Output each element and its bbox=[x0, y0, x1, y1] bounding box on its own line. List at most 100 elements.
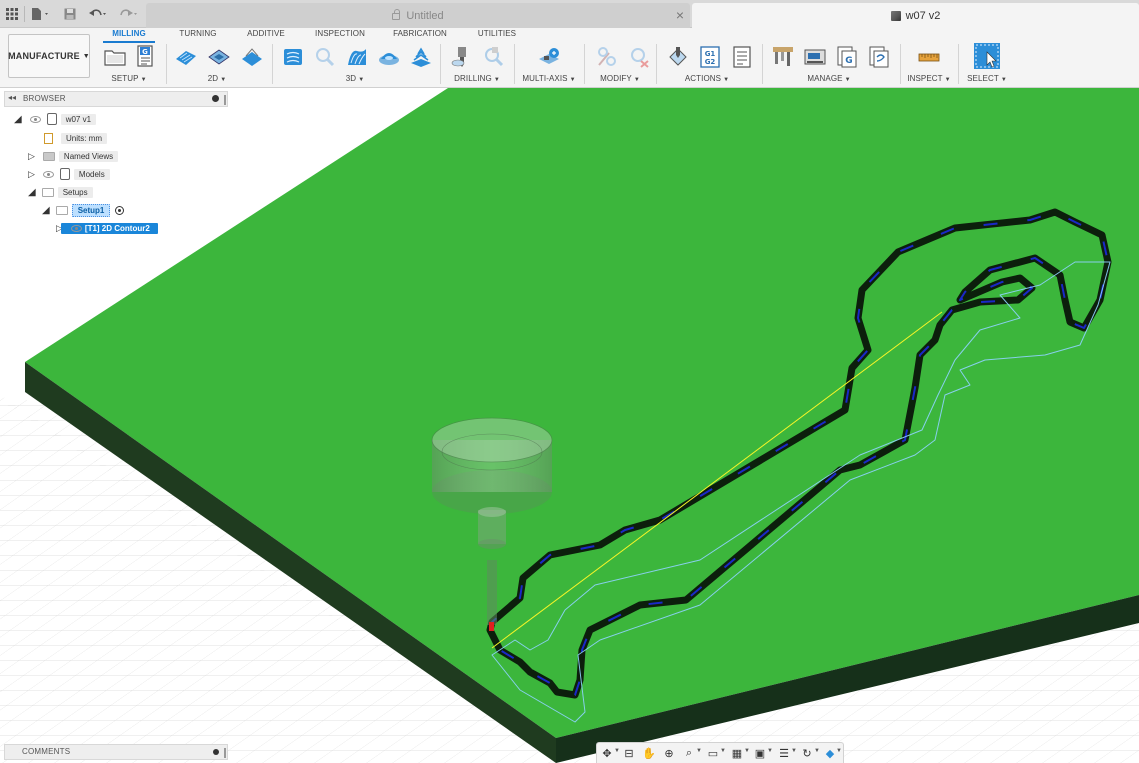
group-2d[interactable]: 2D ▼ bbox=[190, 74, 244, 83]
tab-fabrication[interactable]: FABRICATION bbox=[388, 29, 452, 43]
post-library-icon[interactable]: G bbox=[835, 45, 859, 69]
group-modify[interactable]: MODIFY ▼ bbox=[590, 74, 650, 83]
tab-w07[interactable]: w07 v2 bbox=[692, 3, 1139, 28]
group-actions[interactable]: ACTIONS ▼ bbox=[676, 74, 738, 83]
tree-node-setup1[interactable]: ◢ Setup1 bbox=[42, 203, 125, 217]
svg-text:G: G bbox=[845, 56, 852, 66]
zoom-icon[interactable]: ⌕ bbox=[682, 746, 696, 760]
flow-icon[interactable] bbox=[345, 45, 369, 69]
group-3d[interactable]: 3D ▼ bbox=[328, 74, 382, 83]
tree-node-units[interactable]: Units: mm bbox=[44, 131, 107, 145]
save-icon[interactable] bbox=[63, 6, 77, 22]
tree-node-operation[interactable]: ▷ [T1] 2D Contour2 bbox=[56, 221, 158, 235]
tree-node-named-views[interactable]: ▷ Named Views bbox=[28, 149, 119, 163]
tab-additive[interactable]: ADDITIVE bbox=[240, 29, 292, 43]
refresh-icon[interactable]: ↻ bbox=[800, 746, 814, 760]
multi-axis-icon[interactable] bbox=[537, 45, 561, 69]
3d-steep-shallow-icon[interactable] bbox=[313, 45, 337, 69]
panel-grip-icon[interactable] bbox=[224, 748, 226, 758]
add-comment-icon[interactable] bbox=[213, 749, 219, 755]
2d-pocket-icon[interactable] bbox=[207, 45, 231, 69]
machine-library-icon[interactable] bbox=[803, 45, 827, 69]
browser-panel-header[interactable]: ◂◂ BROWSER bbox=[4, 91, 228, 107]
expand-triangle-icon[interactable]: ◢ bbox=[14, 114, 22, 125]
expand-triangle-icon[interactable]: ▷ bbox=[28, 151, 35, 162]
3d-adaptive-icon[interactable] bbox=[281, 45, 305, 69]
visibility-eye-icon[interactable] bbox=[29, 115, 41, 123]
collapse-panel-icon[interactable]: ◂◂ bbox=[8, 93, 16, 102]
hole-recognition-icon[interactable] bbox=[482, 45, 506, 69]
chevron-down-icon[interactable]: ▼ bbox=[814, 748, 820, 754]
simulate-icon[interactable] bbox=[666, 45, 690, 69]
undo-icon[interactable] bbox=[87, 6, 109, 22]
setup-sheet-icon[interactable] bbox=[730, 45, 754, 69]
drill-icon[interactable] bbox=[450, 45, 474, 69]
chevron-down-icon[interactable]: ▼ bbox=[836, 748, 842, 754]
activate-setup-icon[interactable] bbox=[115, 205, 125, 215]
group-setup[interactable]: SETUP ▼ bbox=[100, 74, 158, 83]
pan-icon[interactable]: ✋ bbox=[642, 746, 656, 760]
orbit-icon[interactable]: ✥ bbox=[600, 746, 614, 760]
svg-text:G2: G2 bbox=[705, 58, 716, 66]
group-inspect[interactable]: INSPECT ▼ bbox=[898, 74, 960, 83]
effects-icon[interactable]: ◆ bbox=[823, 746, 837, 760]
zoom-window-icon[interactable]: ⊕ bbox=[662, 746, 676, 760]
panel-grip-icon[interactable] bbox=[224, 95, 226, 105]
nc-program-icon[interactable]: G bbox=[134, 44, 158, 68]
app-grid-icon[interactable] bbox=[5, 6, 19, 22]
chevron-down-icon[interactable]: ▼ bbox=[744, 748, 750, 754]
chevron-down-icon: ▼ bbox=[82, 52, 90, 60]
tab-inspection[interactable]: INSPECTION bbox=[311, 29, 369, 43]
expand-triangle-icon[interactable]: ◢ bbox=[42, 205, 50, 216]
look-at-icon[interactable]: ⊟ bbox=[622, 746, 636, 760]
comments-panel[interactable]: COMMENTS bbox=[4, 744, 228, 760]
divider bbox=[900, 44, 901, 84]
tab-utilities[interactable]: UTILITIES bbox=[472, 29, 522, 43]
select-icon[interactable] bbox=[973, 42, 1001, 70]
chevron-down-icon[interactable]: ▼ bbox=[720, 748, 726, 754]
delete-paths-icon[interactable] bbox=[627, 45, 651, 69]
3d-radial-icon[interactable] bbox=[377, 45, 401, 69]
display-settings-icon[interactable]: ▭ bbox=[706, 746, 720, 760]
close-icon[interactable]: × bbox=[676, 7, 684, 23]
chevron-down-icon[interactable]: ▼ bbox=[767, 748, 773, 754]
tree-node-label: Setup1 bbox=[71, 203, 111, 217]
workspace-switcher-button[interactable]: MANUFACTURE ▼ bbox=[8, 34, 90, 78]
environment-icon[interactable]: ☰ bbox=[777, 746, 791, 760]
redo-icon[interactable] bbox=[117, 6, 139, 22]
chevron-down-icon: ▼ bbox=[220, 77, 227, 83]
new-setup-icon[interactable] bbox=[103, 45, 127, 69]
tab-untitled[interactable]: Untitled × bbox=[146, 3, 690, 28]
2d-adaptive-icon[interactable] bbox=[174, 45, 198, 69]
modify-paths-icon[interactable] bbox=[595, 45, 619, 69]
post-process-icon[interactable]: G1G2 bbox=[698, 45, 722, 69]
chevron-down-icon[interactable]: ▼ bbox=[614, 748, 620, 754]
setup-folder-icon bbox=[55, 205, 68, 215]
chevron-down-icon[interactable]: ▼ bbox=[791, 748, 797, 754]
tool-library-icon[interactable] bbox=[771, 45, 795, 69]
minimize-icon[interactable] bbox=[212, 95, 219, 102]
tree-node-models[interactable]: ▷ Models bbox=[28, 167, 110, 181]
group-select[interactable]: SELECT ▼ bbox=[958, 74, 1016, 83]
visibility-eye-icon[interactable] bbox=[70, 224, 82, 232]
expand-triangle-icon[interactable]: ◢ bbox=[28, 187, 36, 198]
tree-node-root[interactable]: ◢ w07 v1 bbox=[14, 112, 97, 126]
chevron-down-icon[interactable]: ▼ bbox=[696, 748, 702, 754]
expand-triangle-icon[interactable]: ▷ bbox=[28, 169, 35, 180]
grid-icon[interactable]: ▦ bbox=[730, 746, 744, 760]
folder-icon bbox=[42, 151, 55, 161]
component-icon bbox=[46, 113, 57, 125]
templates-icon[interactable] bbox=[867, 45, 891, 69]
viewports-icon[interactable]: ▣ bbox=[753, 746, 767, 760]
file-menu-icon[interactable] bbox=[30, 6, 52, 22]
group-drilling[interactable]: DRILLING ▼ bbox=[446, 74, 508, 83]
group-label: MODIFY bbox=[600, 74, 632, 83]
3d-contour-icon[interactable] bbox=[409, 45, 433, 69]
tree-node-setups[interactable]: ◢ Setups bbox=[28, 185, 93, 199]
visibility-eye-icon[interactable] bbox=[42, 170, 54, 178]
group-multi-axis[interactable]: MULTI-AXIS ▼ bbox=[518, 74, 580, 83]
tab-turning[interactable]: TURNING bbox=[174, 29, 222, 43]
face-icon[interactable] bbox=[240, 45, 264, 69]
group-manage[interactable]: MANAGE ▼ bbox=[798, 74, 860, 83]
measure-icon[interactable] bbox=[917, 45, 941, 69]
